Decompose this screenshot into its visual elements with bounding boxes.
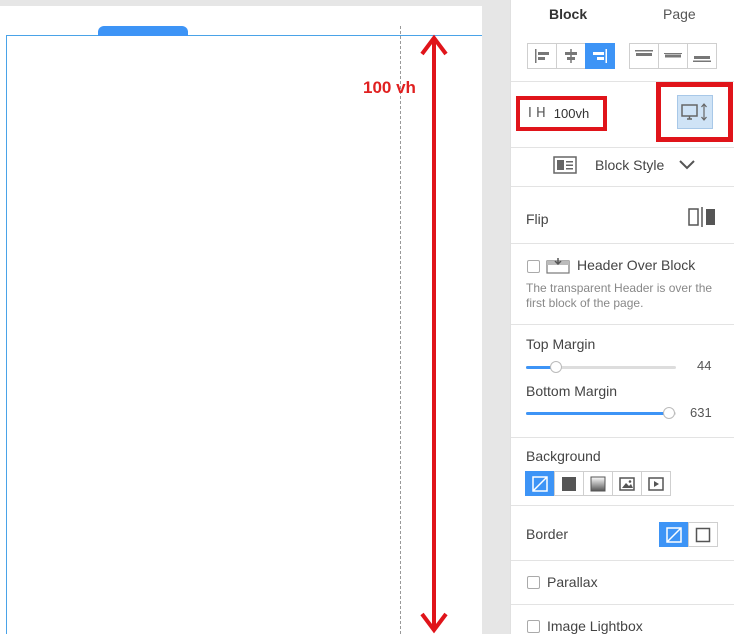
background-image-button[interactable] <box>612 471 642 496</box>
block-handle-tab[interactable] <box>98 26 188 36</box>
gradient-icon <box>590 476 606 491</box>
header-over-block-checkbox[interactable] <box>527 260 540 273</box>
header-over-block-icon <box>546 258 570 274</box>
border-square-icon <box>695 527 711 542</box>
align-center-button[interactable] <box>556 43 586 69</box>
solid-color-icon <box>562 476 576 491</box>
align-center-icon <box>565 49 577 63</box>
bottom-margin-slider[interactable] <box>526 407 676 419</box>
top-margin-value: 44 <box>697 358 712 373</box>
height-annotation-label: 100 vh <box>363 78 416 97</box>
align-middle-button[interactable] <box>658 43 688 69</box>
divider <box>511 604 734 605</box>
height-icon: I H <box>528 106 546 121</box>
canvas-top-bar <box>0 0 482 6</box>
background-none-button[interactable] <box>525 471 555 496</box>
block-style-dropdown[interactable]: Block Style <box>553 156 696 174</box>
divider <box>511 437 734 438</box>
background-gradient-button[interactable] <box>583 471 613 496</box>
divider <box>511 560 734 561</box>
tab-block[interactable]: Block <box>549 6 587 22</box>
border-type-group <box>659 522 718 547</box>
image-lightbox-label: Image Lightbox <box>547 618 643 634</box>
background-label: Background <box>526 448 601 464</box>
header-over-block-label: Header Over Block <box>577 257 696 273</box>
block-style-label: Block Style <box>595 157 665 173</box>
bottom-margin-value: 631 <box>690 405 712 420</box>
background-video-button[interactable] <box>641 471 671 496</box>
bottom-margin-slider-fill <box>526 412 670 415</box>
fullscreen-height-toggle-highlight <box>656 82 733 142</box>
panel-divider <box>482 0 510 634</box>
monitor-height-icon <box>680 103 707 121</box>
divider <box>511 505 734 506</box>
tab-page[interactable]: Page <box>663 6 696 22</box>
top-margin-slider-handle[interactable] <box>550 361 562 373</box>
bottom-margin-label: Bottom Margin <box>526 383 618 399</box>
divider <box>511 243 734 244</box>
border-square-button[interactable] <box>688 522 718 547</box>
header-over-block-description: The transparent Header is over the first… <box>526 281 713 310</box>
height-field[interactable]: I H 100vh <box>516 96 607 131</box>
selected-block[interactable] <box>6 35 482 634</box>
divider <box>511 324 734 325</box>
divider <box>511 147 734 148</box>
fullscreen-height-button[interactable] <box>676 95 713 129</box>
align-bottom-icon <box>693 56 711 62</box>
align-bottom-button[interactable] <box>687 43 717 69</box>
top-margin-label: Top Margin <box>526 336 596 352</box>
bottom-margin-slider-handle[interactable] <box>663 407 675 419</box>
image-icon <box>619 476 635 491</box>
border-none-button[interactable] <box>659 522 689 547</box>
align-top-icon <box>635 50 653 56</box>
none-icon <box>532 475 548 492</box>
divider <box>511 186 734 187</box>
align-right-button[interactable] <box>585 43 615 69</box>
flip-icon[interactable] <box>688 207 716 227</box>
align-top-button[interactable] <box>629 43 659 69</box>
height-value: 100vh <box>553 106 590 121</box>
border-label: Border <box>526 526 569 542</box>
align-left-button[interactable] <box>527 43 557 69</box>
panel-tabs: Block Page <box>511 0 734 30</box>
image-lightbox-checkbox[interactable] <box>527 620 540 633</box>
dashed-guide-line <box>400 26 401 634</box>
align-right-icon <box>593 49 607 63</box>
editor-canvas: 100 vh <box>0 0 482 634</box>
parallax-label: Parallax <box>547 574 598 590</box>
block-style-icon <box>553 156 577 174</box>
parallax-checkbox[interactable] <box>527 576 540 589</box>
properties-panel: Block Page I H 100vh Block Style Flip He… <box>510 0 734 634</box>
align-middle-icon <box>664 53 682 58</box>
top-margin-slider[interactable] <box>526 361 676 373</box>
horizontal-align-group <box>527 43 615 69</box>
double-arrow-icon <box>420 34 448 634</box>
background-solid-button[interactable] <box>554 471 584 496</box>
video-icon <box>648 476 664 491</box>
flip-label: Flip <box>526 211 549 227</box>
chevron-down-icon <box>679 160 695 170</box>
vertical-align-group <box>629 43 717 69</box>
background-type-group <box>525 471 671 496</box>
none-icon <box>666 526 682 543</box>
align-left-icon <box>535 49 549 63</box>
